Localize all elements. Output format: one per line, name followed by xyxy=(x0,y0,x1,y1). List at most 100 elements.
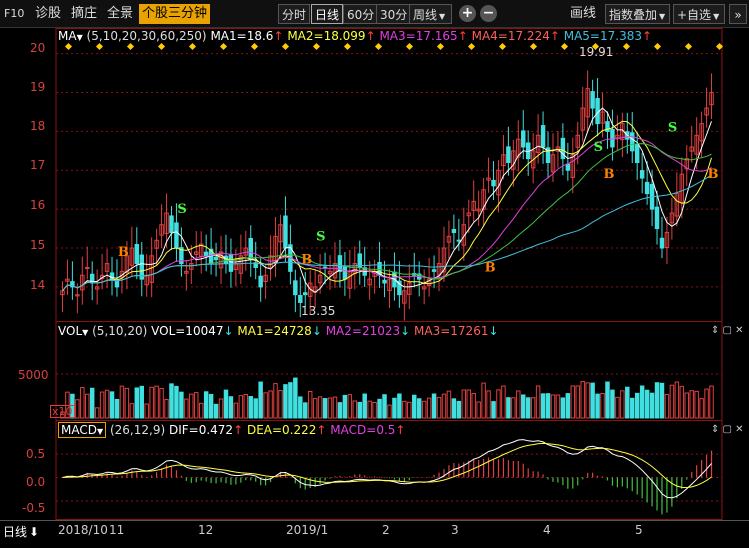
volume-bar xyxy=(169,383,174,419)
volume-bar xyxy=(99,391,105,419)
volume-bar xyxy=(476,401,481,419)
f10-button[interactable]: F10 xyxy=(4,4,24,24)
volume-bar xyxy=(530,397,536,419)
volume-bar xyxy=(307,390,313,419)
vol-legend: VOL▼ (5,10,20) VOL=10047↓ MA1=24728↓ MA2… xyxy=(58,324,499,338)
volume-bar xyxy=(184,398,189,419)
signal-diamond xyxy=(64,42,73,51)
arrow-up-icon: ↑ xyxy=(641,29,653,43)
volume-bar xyxy=(387,404,392,419)
macd-indicator-select[interactable]: MACD▼ xyxy=(58,422,107,438)
candle-body xyxy=(431,269,437,272)
volume-bar xyxy=(114,398,120,419)
signal-diamond xyxy=(250,42,259,51)
date-label: 2 xyxy=(382,523,390,537)
candle-body xyxy=(228,253,234,272)
volume-bar xyxy=(644,389,650,419)
price-tick: 16 xyxy=(30,198,46,212)
vol-ma3-value: MA3=17261 xyxy=(414,324,489,338)
volume-bar xyxy=(198,402,204,419)
zoom-out-button[interactable]: − xyxy=(480,5,497,22)
more-arrow-button[interactable]: » xyxy=(729,4,747,24)
volume-bar xyxy=(585,382,590,419)
candle-body xyxy=(630,132,635,152)
candle-body xyxy=(506,146,511,164)
panel-controls-icon[interactable]: ⇕ ▢ ✕ xyxy=(711,325,744,336)
volume-bar xyxy=(263,392,268,419)
dealer-button[interactable]: 摘庄 xyxy=(71,4,97,24)
panel-controls-icon[interactable]: ⇕ ▢ ✕ xyxy=(711,424,744,435)
arrow-up-icon: ↑ xyxy=(395,423,406,437)
ma-indicator-name[interactable]: MA xyxy=(58,29,77,43)
candle-body xyxy=(134,244,140,265)
candle-body xyxy=(293,280,298,296)
week-select[interactable]: 周线 ▼ xyxy=(409,4,452,24)
volume-bar xyxy=(377,398,382,419)
price-tick: 18 xyxy=(30,119,46,133)
high-price-label: 19.91 xyxy=(579,45,614,59)
sell-signal: S xyxy=(594,140,603,155)
volume-bar xyxy=(501,385,506,419)
custom-select[interactable]: +自选 ▼ xyxy=(673,4,725,24)
macd-params: (26,12,9) xyxy=(109,423,166,437)
volume-bar xyxy=(659,382,665,419)
volume-bar xyxy=(327,397,333,419)
stock-chart[interactable]: BSBSBSBSB xyxy=(0,28,749,548)
period-60-button[interactable]: 60分 xyxy=(343,4,379,24)
volume-bar xyxy=(104,389,110,419)
candle-body xyxy=(659,237,665,249)
volume-bar xyxy=(605,381,610,419)
volume-bar xyxy=(139,385,144,419)
diagnose-button[interactable]: 诊股 xyxy=(35,4,61,24)
candle-body xyxy=(258,275,263,288)
index-overlay-select[interactable]: 指数叠加 ▼ xyxy=(605,4,670,24)
volume-bar xyxy=(144,403,149,419)
draw-line-button[interactable]: 画线 xyxy=(570,4,596,24)
volume-bar xyxy=(481,382,486,419)
toolbar: F10 诊股 摘庄 全景 个股三分钟 分时 日线 60分 30分 周线 ▼ + −… xyxy=(0,0,749,28)
volume-bar xyxy=(288,382,293,419)
period-daily-button[interactable]: 日线 xyxy=(311,4,344,24)
chevron-down-icon: ▼ xyxy=(82,328,89,337)
volume-bar xyxy=(347,394,353,419)
volume-unit: x10 xyxy=(50,405,75,418)
volume-bar xyxy=(253,398,258,419)
volume-tick: 5000 xyxy=(18,368,49,382)
volume-bar xyxy=(332,396,338,419)
volume-bar xyxy=(630,397,635,419)
volume-bar xyxy=(312,398,318,419)
vol-indicator-name[interactable]: VOL xyxy=(58,324,82,338)
sell-signal: S xyxy=(177,202,186,217)
volume-bar xyxy=(362,393,367,419)
period-label[interactable]: 日线 ⬇ xyxy=(3,523,39,540)
arrow-down-icon: ↓ xyxy=(223,324,234,338)
volume-bar xyxy=(699,398,704,419)
volume-bar xyxy=(431,393,437,419)
volume-bar xyxy=(208,393,214,419)
volume-bar xyxy=(154,385,159,419)
volume-bar xyxy=(124,387,130,419)
chevron-down-icon: ▼ xyxy=(713,12,720,21)
volume-bar xyxy=(451,398,457,419)
volume-bar xyxy=(639,385,645,419)
volume-bar xyxy=(134,387,140,419)
overview-button[interactable]: 全景 xyxy=(107,4,133,24)
candle-body xyxy=(451,228,457,233)
period-30-button[interactable]: 30分 xyxy=(376,4,412,24)
zoom-in-button[interactable]: + xyxy=(459,5,476,22)
signal-diamond xyxy=(281,42,290,51)
period-minute-button[interactable]: 分时 xyxy=(278,4,311,24)
vol-value: VOL=10047 xyxy=(151,324,224,338)
volume-bar xyxy=(634,392,640,419)
signal-diamond xyxy=(436,42,445,51)
volume-bar xyxy=(654,382,660,419)
volume-bar xyxy=(203,391,209,419)
arrow-down-icon: ↓ xyxy=(488,324,499,338)
arrow-down-icon: ↓ xyxy=(400,324,411,338)
volume-bar xyxy=(298,396,303,419)
volume-bar xyxy=(421,400,427,419)
price-tick: 15 xyxy=(30,238,46,252)
three-minute-tab[interactable]: 个股三分钟 xyxy=(139,4,211,24)
volume-bar xyxy=(491,401,496,419)
price-tick: 14 xyxy=(30,278,46,292)
